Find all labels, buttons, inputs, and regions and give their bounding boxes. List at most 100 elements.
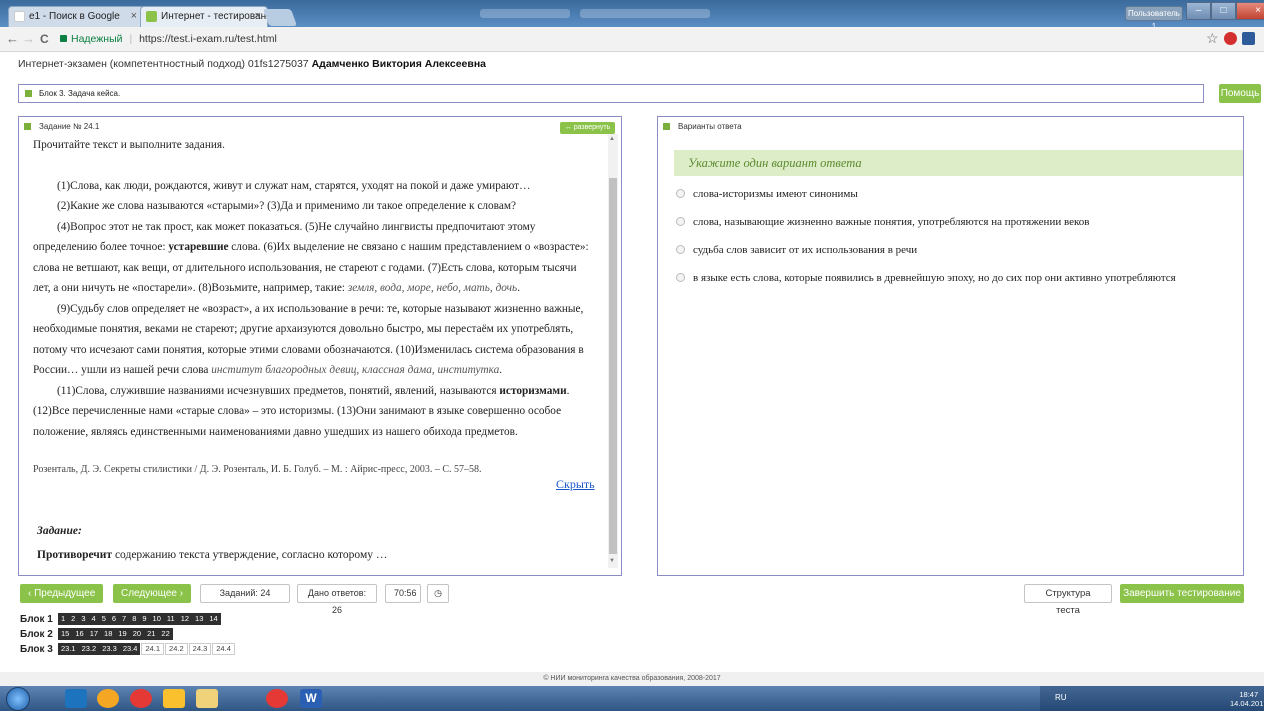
task-cell[interactable]: 7	[119, 613, 130, 625]
block-cells: 15 16 17 18 19 20 21 22	[58, 628, 173, 640]
tab-label: Интернет - тестирован	[161, 11, 267, 22]
radio-button[interactable]	[676, 189, 685, 198]
task-cell[interactable]: 3	[78, 613, 89, 625]
timer: 70:56	[385, 584, 421, 603]
start-button-icon[interactable]	[6, 687, 30, 711]
block-row-3: Блок 3 23.1 23.2 23.3 23.4 24.1 24.2 24.3 24.4	[20, 643, 235, 655]
close-window-button[interactable]: ×	[1236, 2, 1264, 20]
profile-button[interactable]: Пользователь 1	[1125, 6, 1183, 31]
hide-text-link[interactable]: Скрыть	[556, 477, 595, 492]
folder-icon[interactable]	[196, 689, 218, 708]
task-cell-current[interactable]: 24.4	[212, 643, 235, 655]
exam-title: Интернет-экзамен (компетентностный подхо…	[18, 58, 486, 70]
scroll-up-arrow[interactable]: ▲	[609, 136, 615, 142]
forward-icon[interactable]: →	[22, 31, 35, 46]
green-square-icon	[663, 123, 670, 130]
task-cell[interactable]: 1	[58, 613, 69, 625]
task-cell[interactable]: 23.2	[78, 643, 100, 655]
window-controls: – □ ×	[1186, 2, 1264, 20]
task-cell-current[interactable]: 24.1	[141, 643, 165, 655]
task-cell[interactable]: 16	[72, 628, 87, 640]
tab-google[interactable]: e1 - Поиск в Google ×	[8, 6, 144, 27]
task-cell[interactable]: 18	[101, 628, 116, 640]
task-cell[interactable]: 12	[177, 613, 193, 625]
next-button[interactable]: Следующее ›	[113, 584, 192, 603]
task-cell[interactable]: 17	[86, 628, 102, 640]
task-cell[interactable]: 14	[206, 613, 221, 625]
app-icon[interactable]	[97, 689, 119, 708]
tab-test[interactable]: Интернет - тестирован ×	[140, 6, 268, 27]
url-text: https://test.i-exam.ru/test.html	[139, 33, 277, 45]
new-tab-button[interactable]	[262, 9, 298, 26]
task-cell-current[interactable]: 24.3	[188, 643, 212, 655]
task-cell-current[interactable]: 24.2	[165, 643, 188, 655]
footer: © НИИ мониторинга качества образования, …	[0, 672, 1264, 686]
scroll-down-arrow[interactable]: ▼	[609, 558, 615, 564]
answer-option-4[interactable]: в языке есть слова, которые появились в …	[676, 271, 1176, 285]
task-cell[interactable]: 23.1	[58, 643, 79, 655]
extension-icon[interactable]	[1242, 32, 1255, 45]
radio-button[interactable]	[676, 217, 685, 226]
task-cell[interactable]: 2	[68, 613, 79, 625]
answer-hint: Укажите один вариант ответа	[674, 150, 1243, 176]
task-cell[interactable]: 23.4	[119, 643, 141, 655]
exam-name: Интернет-экзамен (компетентностный подхо…	[18, 58, 309, 70]
media-player-icon[interactable]	[65, 689, 87, 708]
task-cell[interactable]: 21	[144, 628, 159, 640]
clock-icon[interactable]: ◷	[427, 584, 449, 603]
adblock-extension-icon[interactable]	[1224, 32, 1237, 45]
block-bar: Блок 3. Задача кейса.	[18, 84, 1204, 103]
minimize-button[interactable]: –	[1186, 2, 1211, 20]
block-label: Блок 1	[20, 613, 53, 625]
close-tab-icon[interactable]: ×	[131, 7, 137, 26]
student-name: Адамченко Виктория Алексеевна	[311, 58, 487, 70]
chrome-icon[interactable]	[130, 689, 152, 708]
task-cell[interactable]: 15	[58, 628, 73, 640]
paint-icon[interactable]	[163, 689, 185, 708]
bold-term: историзмами	[499, 384, 567, 397]
task-cell[interactable]: 8	[129, 613, 140, 625]
reload-icon[interactable]: C	[40, 32, 49, 46]
task-cell[interactable]: 11	[163, 613, 178, 625]
block-label: Блок 3. Задача кейса.	[39, 89, 121, 98]
language-indicator[interactable]: RU	[1055, 693, 1067, 702]
google-icon	[14, 11, 25, 22]
help-button[interactable]: Помощь	[1219, 84, 1261, 103]
finish-test-button[interactable]: Завершить тестирование	[1120, 584, 1244, 603]
scroll-thumb[interactable]	[609, 178, 617, 554]
task-cell[interactable]: 4	[88, 613, 99, 625]
maximize-button[interactable]: □	[1211, 2, 1236, 20]
previous-button[interactable]: ‹ Предыдущее	[20, 584, 104, 603]
answer-option-2[interactable]: слова, называющие жизненно важные поняти…	[676, 215, 1089, 229]
test-structure-button[interactable]: Структура теста	[1024, 584, 1112, 616]
radio-button[interactable]	[676, 273, 685, 282]
back-icon[interactable]: ←	[6, 31, 19, 46]
clock[interactable]: 18:47 14.04.2017	[1230, 690, 1264, 708]
answer-option-1[interactable]: слова-историзмы имеют синонимы	[676, 187, 858, 201]
browser-tab-bar: e1 - Поиск в Google × Интернет - тестиро…	[0, 0, 1264, 31]
close-tab-icon[interactable]: ×	[255, 7, 261, 26]
task-cell[interactable]: 10	[149, 613, 164, 625]
task-intro: Прочитайте текст и выполните задания.	[33, 139, 225, 151]
chrome-icon[interactable]	[266, 689, 288, 708]
clock-time: 18:47	[1239, 690, 1259, 699]
task-cell[interactable]: 22	[158, 628, 173, 640]
block-cells: 23.1 23.2 23.3 23.4 24.1 24.2 24.3 24.4	[58, 643, 235, 655]
task-cell[interactable]: 5	[98, 613, 109, 625]
chevron-right-icon: ›	[176, 588, 184, 599]
task-cell[interactable]: 13	[192, 613, 207, 625]
question-text: Противоречит содержанию текста утвержден…	[37, 549, 387, 561]
task-cell[interactable]: 9	[139, 613, 150, 625]
task-cell[interactable]: 20	[129, 628, 145, 640]
answer-option-3[interactable]: судьба слов зависит от их использования …	[676, 243, 917, 257]
radio-button[interactable]	[676, 245, 685, 254]
word-icon[interactable]: W	[300, 689, 322, 708]
task-cell[interactable]: 23.3	[99, 643, 120, 655]
expand-button[interactable]: ↔ развернуть	[560, 122, 615, 134]
url-field[interactable]: Надежный | https://test.i-exam.ru/test.h…	[60, 31, 277, 47]
bookmark-star-icon[interactable]: ☆	[1206, 30, 1219, 47]
task-cell[interactable]: 19	[115, 628, 130, 640]
task-cell[interactable]: 6	[108, 613, 120, 625]
text-scrollbar[interactable]: ▲ ▼	[608, 134, 618, 568]
